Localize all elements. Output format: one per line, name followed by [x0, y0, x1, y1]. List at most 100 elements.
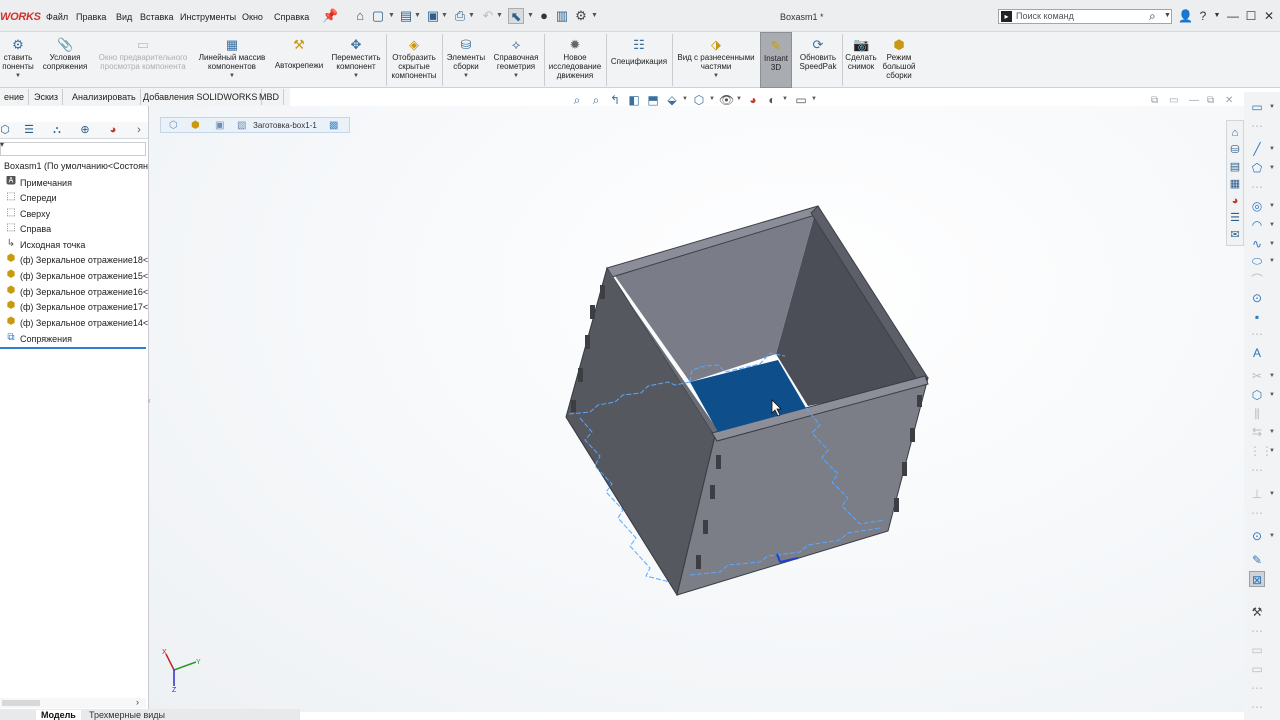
collapse-handle-icon[interactable]: ‹: [148, 396, 151, 405]
panel-divider[interactable]: [148, 106, 149, 712]
tree-item-annotations[interactable]: 🅰 Примечания: [0, 176, 148, 190]
appearances-icon[interactable]: ◕: [1228, 194, 1242, 208]
tab-model[interactable]: Модель: [36, 710, 81, 720]
tab-sketch[interactable]: Эскиз: [30, 89, 64, 105]
smart-fasteners-button[interactable]: ⚒ Автокрепежи: [272, 32, 326, 88]
displaymanager-tab-icon[interactable]: ◕: [106, 124, 120, 137]
chevron-down-icon[interactable]: ▼: [1269, 533, 1275, 539]
file-explorer-icon[interactable]: ▤: [1228, 160, 1242, 174]
save-icon[interactable]: ▣: [425, 8, 441, 24]
spline-icon[interactable]: ∿: [1249, 236, 1265, 252]
chevron-down-icon[interactable]: ▼: [388, 12, 395, 19]
chevron-down-icon[interactable]: ▼: [1210, 12, 1224, 19]
home-icon[interactable]: ⌂: [352, 8, 368, 24]
chevron-down-icon[interactable]: ▼: [1269, 104, 1275, 110]
apply-scene-icon[interactable]: ◐: [765, 93, 779, 107]
instant3d-button[interactable]: ✎ Instant 3D: [760, 32, 792, 88]
menu-tools[interactable]: Инструменты: [180, 12, 236, 22]
tree-item-component[interactable]: ⬢ (ф) Зеркальное отражение15<1>: [0, 269, 148, 283]
menu-help[interactable]: Справка: [274, 12, 309, 22]
menu-window[interactable]: Окно: [242, 12, 263, 22]
viewport-close-icon[interactable]: ✕: [1225, 95, 1233, 106]
forum-icon[interactable]: ✉: [1228, 228, 1242, 242]
mirror-icon[interactable]: ⫼: [1249, 406, 1265, 422]
chevron-down-icon[interactable]: ▼: [444, 72, 488, 81]
dynamic-annotation-icon[interactable]: ⬒: [646, 93, 660, 107]
circle-icon[interactable]: ◎: [1249, 198, 1265, 214]
convert-entities-icon[interactable]: ⬡: [1249, 387, 1265, 403]
new-document-icon[interactable]: ▢: [370, 8, 386, 24]
chevron-down-icon[interactable]: ▼: [0, 72, 36, 81]
pattern-icon[interactable]: ⋮⋮: [1249, 443, 1273, 459]
tree-item-top-plane[interactable]: ⬚ Сверху: [0, 207, 148, 221]
chevron-down-icon[interactable]: ▼: [709, 96, 715, 102]
component-preview-button[interactable]: ▭ Окно предварительного просмотра компоне…: [94, 32, 192, 88]
sketch-tool-icon[interactable]: ⋯: [1249, 462, 1265, 478]
trim-icon[interactable]: ✂: [1249, 368, 1265, 384]
chevron-down-icon[interactable]: ▼: [1269, 491, 1275, 497]
undo-icon[interactable]: ↶: [480, 8, 496, 24]
chevron-down-icon[interactable]: ▼: [1269, 258, 1275, 264]
tab-solidworks-addins[interactable]: Добавления SOLIDWORKS: [139, 89, 263, 105]
print-icon[interactable]: ⎙: [452, 8, 468, 24]
scroll-thumb[interactable]: [2, 700, 40, 706]
user-icon[interactable]: 👤: [1178, 9, 1193, 23]
chevron-down-icon[interactable]: ▼: [591, 12, 598, 19]
section-view-icon[interactable]: ◧: [627, 93, 641, 107]
view-orientation-icon[interactable]: ⬙: [665, 93, 679, 107]
move-entities-icon[interactable]: ⇆: [1249, 424, 1265, 440]
chevron-down-icon[interactable]: ▼: [736, 96, 742, 102]
menu-insert[interactable]: Вставка: [140, 12, 173, 22]
zoom-to-fit-icon[interactable]: ⌕: [570, 93, 584, 107]
display-style-icon[interactable]: ⬡: [692, 93, 706, 107]
search-box[interactable]: ▸ Поиск команд ⌕ ▼: [998, 9, 1172, 24]
assembly-features-button[interactable]: ⛁ Элементы сборки ▼: [444, 32, 488, 88]
viewport-minimize-icon[interactable]: —: [1189, 95, 1199, 106]
minimize-icon[interactable]: —: [1226, 9, 1240, 23]
chevron-down-icon[interactable]: ▼: [811, 96, 817, 102]
sketch-tool-icon[interactable]: ▭: [1249, 661, 1265, 677]
home-icon[interactable]: ⌂: [1228, 126, 1242, 140]
chevron-down-icon[interactable]: ▼: [1269, 392, 1275, 398]
tab-3d-views[interactable]: Трехмерные виды: [84, 710, 170, 720]
chevron-down-icon[interactable]: ▼: [1269, 165, 1275, 171]
update-speedpak-button[interactable]: ⟳ Обновить SpeedPak: [796, 32, 840, 88]
instant2d-icon[interactable]: ⊠: [1249, 571, 1265, 587]
chevron-right-icon[interactable]: ›: [136, 697, 139, 707]
polygon-icon[interactable]: ⬠: [1249, 160, 1265, 176]
sketch-tool-icon[interactable]: ⋯: [1249, 680, 1265, 696]
text-icon[interactable]: A: [1249, 345, 1265, 361]
tree-item-component[interactable]: ⬢ (ф) Зеркальное отражение18<1>: [0, 253, 148, 267]
menu-view[interactable]: Вид: [116, 12, 132, 22]
tree-root-assembly[interactable]: Boxasm1 (По умолчанию<Состояние отображе…: [4, 161, 148, 171]
quick-snaps-icon[interactable]: ⚒: [1249, 604, 1265, 620]
open-folder-icon[interactable]: ▤: [398, 8, 414, 24]
chevron-down-icon[interactable]: ▼: [414, 12, 421, 19]
large-assembly-mode-button[interactable]: ⬢ Режим большой сборки: [880, 32, 918, 88]
ellipse-icon[interactable]: ⬭: [1249, 253, 1265, 269]
mate-button[interactable]: 📎 Условия сопряжения: [38, 32, 92, 88]
point-icon[interactable]: ▪: [1249, 309, 1265, 325]
hide-show-items-icon[interactable]: 👁: [719, 93, 734, 107]
edit-appearance-icon[interactable]: ◕: [746, 93, 760, 107]
viewport-maximize-icon[interactable]: ⧉: [1207, 95, 1214, 106]
line-icon[interactable]: ╱: [1249, 141, 1265, 157]
smart-dimension-icon[interactable]: ⊙: [1249, 528, 1265, 544]
help-icon[interactable]: ?: [1196, 9, 1210, 23]
maximize-icon[interactable]: ☐: [1244, 9, 1258, 23]
tab-evaluate[interactable]: Анализировать: [68, 89, 141, 105]
tree-item-component[interactable]: ⬢ (ф) Зеркальное отражение14<1>: [0, 316, 148, 330]
close-icon[interactable]: ✕: [1262, 9, 1276, 23]
sketch-tool-icon[interactable]: ⋯: [1249, 623, 1265, 639]
chevron-down-icon[interactable]: ▼: [490, 72, 542, 81]
tree-item-mates[interactable]: ⧉ Сопряжения: [0, 332, 148, 346]
relation-icon[interactable]: ⊥: [1249, 486, 1265, 502]
insert-components-button[interactable]: ⚙ ставить поненты ▼: [0, 32, 36, 88]
tree-item-component[interactable]: ⬢ (ф) Зеркальное отражение17<1>: [0, 300, 148, 314]
configurationmanager-tab-icon[interactable]: ⛬: [50, 124, 64, 137]
sketch-tool-icon[interactable]: ⋯: [1249, 179, 1265, 195]
design-library-icon[interactable]: ⛁: [1228, 143, 1242, 157]
app-logo[interactable]: WORKS: [0, 11, 41, 23]
tree-item-front-plane[interactable]: ⬚ Спереди: [0, 191, 148, 205]
dimxpert-tab-icon[interactable]: ⊕: [78, 124, 92, 137]
